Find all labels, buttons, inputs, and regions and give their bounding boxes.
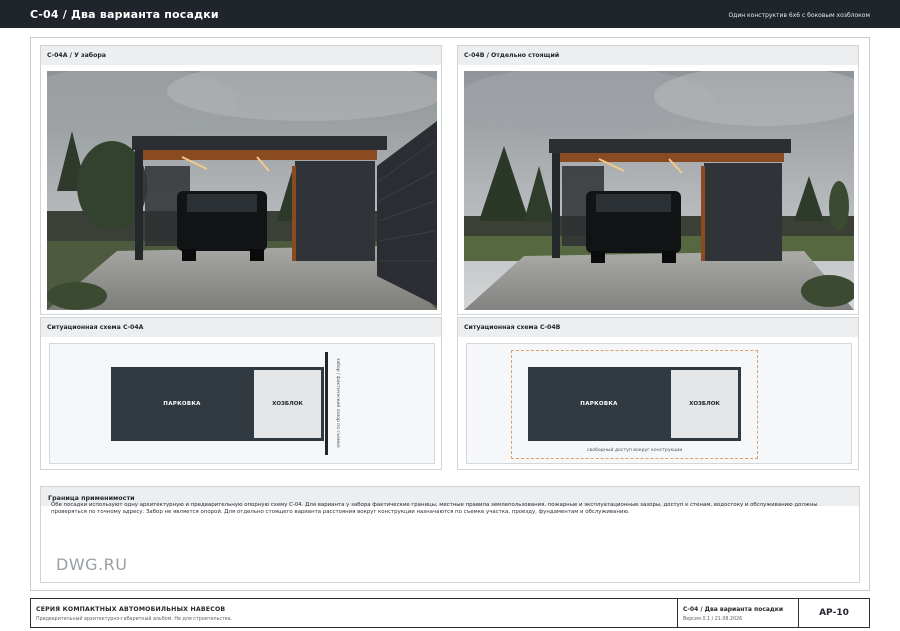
scheme-b-title: Ситуационная схема С-04В (458, 318, 858, 337)
title-block-sheet: С-04 / Два варианта посадки Версия 0.1 /… (677, 599, 798, 627)
panel-scheme-b: Ситуационная схема С-04В ПАРКОВКА ХОЗБЛО… (457, 317, 859, 470)
shed-zone-a: ХОЗБЛОК (251, 367, 324, 441)
parking-zone-a: ПАРКОВКА (111, 367, 253, 441)
render-image-a (47, 71, 437, 310)
parking-zone-b: ПАРКОВКА (528, 367, 670, 441)
page-subtitle: Один конструктив 6х6 с боковым хозблоком (728, 12, 870, 19)
panel-variant-b: С-04В / Отдельно стоящий (457, 45, 859, 315)
shed-zone-b: ХОЗБЛОК (668, 367, 741, 441)
fence-label: забор / фактический зазор по съемке (335, 358, 340, 448)
title-block-series: СЕРИЯ КОМПАКТНЫХ АВТОМОБИЛЬНЫХ НАВЕСОВ П… (31, 599, 677, 627)
title-block: СЕРИЯ КОМПАКТНЫХ АВТОМОБИЛЬНЫХ НАВЕСОВ П… (30, 598, 870, 628)
render-image-b (464, 71, 854, 310)
sheet-code: АР-10 (819, 608, 849, 618)
scheme-a-title: Ситуационная схема С-04А (41, 318, 441, 337)
series-note: Предварительный архитектурно-габаритный … (36, 617, 233, 622)
title-block-code: АР-10 (798, 599, 869, 627)
series-title: СЕРИЯ КОМПАКТНЫХ АВТОМОБИЛЬНЫХ НАВЕСОВ (36, 606, 226, 613)
page-title: С-04 / Два варианта посадки (30, 8, 219, 21)
sheet-title: С-04 / Два варианта посадки (683, 606, 784, 613)
notes-title: Граница применимости (48, 494, 135, 502)
panel-a-title: С-04А / У забора (41, 46, 441, 65)
scheme-b-canvas: ПАРКОВКА ХОЗБЛОК свободный доступ вокруг… (466, 343, 852, 464)
page-header: С-04 / Два варианта посадки Один констру… (0, 0, 900, 28)
panel-scheme-a: Ситуационная схема С-04А ПАРКОВКА ХОЗБЛО… (40, 317, 442, 470)
fence-line (325, 352, 328, 455)
applicability-notes: Граница применимости Обе посадки использ… (40, 486, 860, 583)
notes-text: Обе посадки используют одну архитектурну… (51, 502, 818, 516)
panel-b-title: С-04В / Отдельно стоящий (458, 46, 858, 65)
access-label: свободный доступ вокруг конструкции (587, 448, 683, 453)
panel-variant-a: С-04А / У забора (40, 45, 442, 315)
watermark-logo: DWG.RU (56, 555, 128, 574)
sheet-version: Версия 0.1 / 21.08.2026 (683, 617, 743, 622)
scheme-a-canvas: ПАРКОВКА ХОЗБЛОК забор / фактический заз… (49, 343, 435, 464)
